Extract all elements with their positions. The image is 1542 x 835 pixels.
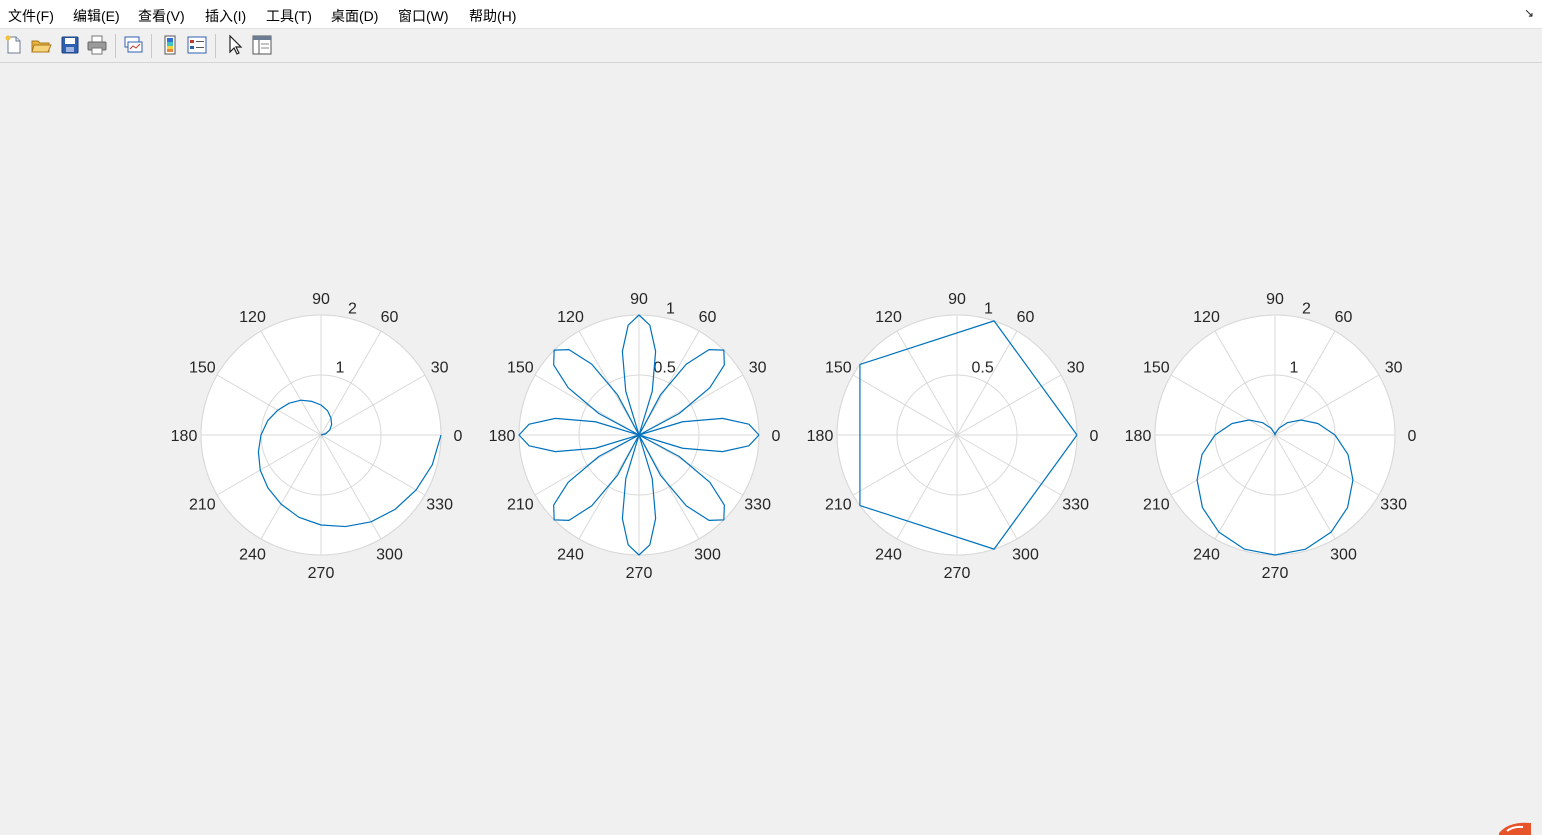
toolbar <box>0 30 1542 63</box>
r-tick-label: 1 <box>335 359 344 376</box>
theta-tick-label: 180 <box>1125 428 1152 445</box>
theta-tick-label: 0 <box>772 428 781 445</box>
theta-tick-label: 120 <box>1193 309 1220 326</box>
theta-tick-label: 240 <box>239 546 266 563</box>
insert-legend-icon[interactable] <box>186 34 208 56</box>
menu-edit[interactable]: 编辑(E) <box>73 6 120 26</box>
theta-tick-label: 60 <box>699 309 717 326</box>
polar-axes-3: 0 30 60 90 120 150 180 210 240 270 300 330 0.5 1 <box>807 291 1099 582</box>
menu-file[interactable]: 文件(F) <box>8 6 54 26</box>
r-tick-label: 1 <box>666 301 675 318</box>
theta-tick-label: 180 <box>807 428 834 445</box>
theta-tick-label: 90 <box>1266 291 1284 308</box>
theta-tick-label: 240 <box>557 546 584 563</box>
theta-tick-label: 270 <box>308 565 335 582</box>
theta-tick-label: 120 <box>875 309 902 326</box>
theta-tick-label: 120 <box>239 309 266 326</box>
theta-tick-label: 240 <box>1193 546 1220 563</box>
theta-tick-label: 0 <box>1090 428 1099 445</box>
r-tick-label: 2 <box>348 301 357 318</box>
theta-tick-label: 30 <box>1385 359 1403 376</box>
theta-tick-label: 0 <box>1408 428 1417 445</box>
theta-tick-label: 330 <box>1062 496 1089 513</box>
link-plot-icon[interactable] <box>122 34 144 56</box>
menu-help[interactable]: 帮助(H) <box>469 6 516 26</box>
r-tick-label: 1 <box>984 301 993 318</box>
theta-tick-label: 60 <box>1017 309 1035 326</box>
theta-tick-label: 210 <box>189 496 216 513</box>
toolbar-separator <box>215 34 216 58</box>
polar-plots: 0306090120150180210240270300330120306090… <box>171 291 1417 582</box>
theta-tick-label: 60 <box>1335 309 1353 326</box>
save-icon[interactable] <box>59 34 81 56</box>
r-tick-label: 2 <box>1302 301 1311 318</box>
r-tick-label: 0.5 <box>653 359 675 376</box>
polar-axes-1: 0 30 60 90 120 150 180 210 240 270 300 330 1 2 <box>171 291 463 582</box>
menu-desktop[interactable]: 桌面(D) <box>331 6 378 26</box>
theta-tick-label: 90 <box>312 291 330 308</box>
menu-view[interactable]: 查看(V) <box>138 6 185 26</box>
theta-tick-label: 300 <box>1012 546 1039 563</box>
theta-tick-label: 210 <box>1143 496 1170 513</box>
theta-tick-label: 300 <box>1330 546 1357 563</box>
toolbar-separator <box>115 34 116 58</box>
theta-tick-label: 60 <box>381 309 399 326</box>
theta-tick-label: 240 <box>875 546 902 563</box>
dock-arrow-icon[interactable]: ↘ <box>1524 6 1534 20</box>
theta-tick-label: 90 <box>630 291 648 308</box>
theta-tick-label: 30 <box>749 359 767 376</box>
menu-window[interactable]: 窗口(W) <box>398 6 449 26</box>
theta-tick-label: 30 <box>431 359 449 376</box>
theta-tick-label: 180 <box>489 428 516 445</box>
open-file-icon[interactable] <box>30 34 52 56</box>
theta-tick-label: 150 <box>189 359 216 376</box>
theta-tick-label: 210 <box>507 496 534 513</box>
theta-tick-label: 30 <box>1067 359 1085 376</box>
app-logo-icon <box>1499 822 1531 835</box>
pointer-icon[interactable] <box>224 34 246 56</box>
new-figure-icon[interactable] <box>3 34 25 56</box>
theta-tick-label: 330 <box>1380 496 1407 513</box>
menu-insert[interactable]: 插入(I) <box>205 6 246 26</box>
menu-tools[interactable]: 工具(T) <box>266 6 312 26</box>
theta-tick-label: 300 <box>694 546 721 563</box>
r-tick-label: 0.5 <box>971 359 993 376</box>
theta-tick-label: 270 <box>1262 565 1289 582</box>
theta-tick-label: 90 <box>948 291 966 308</box>
property-editor-icon[interactable] <box>251 34 273 56</box>
menu-bar: 文件(F) 编辑(E) 查看(V) 插入(I) 工具(T) 桌面(D) 窗口(W… <box>0 0 1542 29</box>
r-tick-label: 1 <box>1289 359 1298 376</box>
theta-tick-label: 180 <box>171 428 198 445</box>
theta-tick-label: 150 <box>507 359 534 376</box>
figure-canvas: 0 30 60 90 120 150 180 210 240 270 300 330 1 2 0 30 60 90… <box>0 63 1542 833</box>
toolbar-separator <box>151 34 152 58</box>
polar-axes-2: 0 30 60 90 120 150 180 210 240 270 300 330 0.5 1 <box>489 291 781 582</box>
theta-tick-label: 120 <box>557 309 584 326</box>
theta-tick-label: 210 <box>825 496 852 513</box>
theta-tick-label: 270 <box>626 565 653 582</box>
print-icon[interactable] <box>86 34 108 56</box>
theta-tick-label: 330 <box>426 496 453 513</box>
theta-tick-label: 270 <box>944 565 971 582</box>
theta-tick-label: 0 <box>454 428 463 445</box>
theta-tick-label: 300 <box>376 546 403 563</box>
polar-axes-4: 0 30 60 90 120 150 180 210 240 270 300 330 1 2 <box>1125 291 1417 582</box>
insert-colorbar-icon[interactable] <box>159 34 181 56</box>
theta-tick-label: 150 <box>1143 359 1170 376</box>
theta-tick-label: 150 <box>825 359 852 376</box>
theta-tick-label: 330 <box>744 496 771 513</box>
